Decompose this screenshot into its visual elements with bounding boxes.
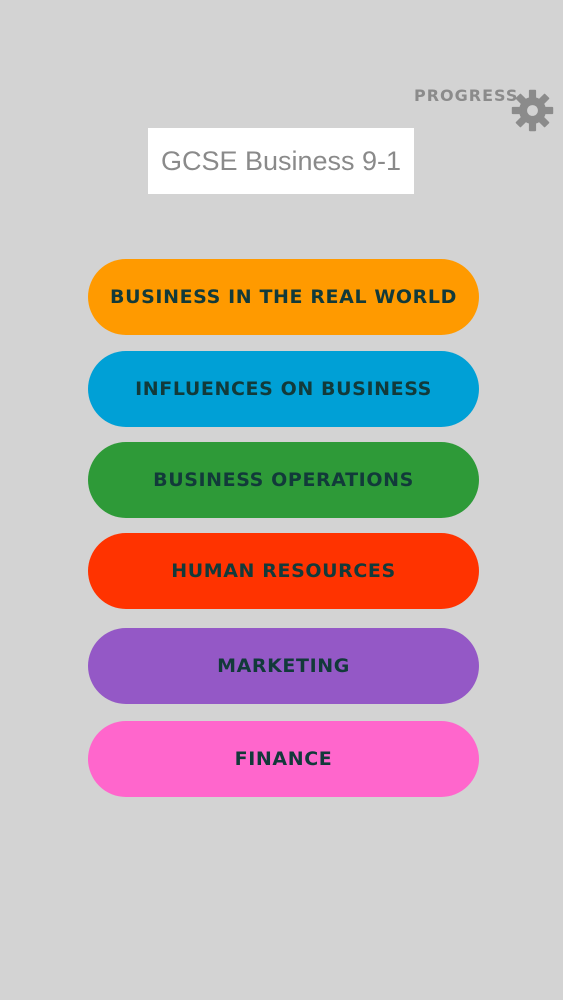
topic-button-business-in-the-real-world[interactable]: BUSINESS IN THE REAL WORLD	[88, 259, 479, 335]
topic-label: BUSINESS IN THE REAL WORLD	[110, 286, 457, 308]
topic-button-human-resources[interactable]: HUMAN RESOURCES	[88, 533, 479, 609]
page-title: GCSE Business 9-1	[160, 145, 402, 176]
progress-link[interactable]: PROGRESS	[414, 86, 518, 105]
gear-icon[interactable]	[510, 88, 555, 133]
topic-button-finance[interactable]: FINANCE	[88, 721, 479, 797]
topic-label: BUSINESS OPERATIONS	[153, 469, 414, 491]
app-title-box: GCSE Business 9-1	[148, 128, 414, 194]
topic-button-marketing[interactable]: MARKETING	[88, 628, 479, 704]
topic-button-influences-on-business[interactable]: INFLUENCES ON BUSINESS	[88, 351, 479, 427]
topic-label: MARKETING	[217, 655, 350, 677]
topic-label: HUMAN RESOURCES	[171, 560, 396, 582]
topic-label: INFLUENCES ON BUSINESS	[135, 378, 432, 400]
topic-button-business-operations[interactable]: BUSINESS OPERATIONS	[88, 442, 479, 518]
topic-label: FINANCE	[234, 748, 333, 770]
